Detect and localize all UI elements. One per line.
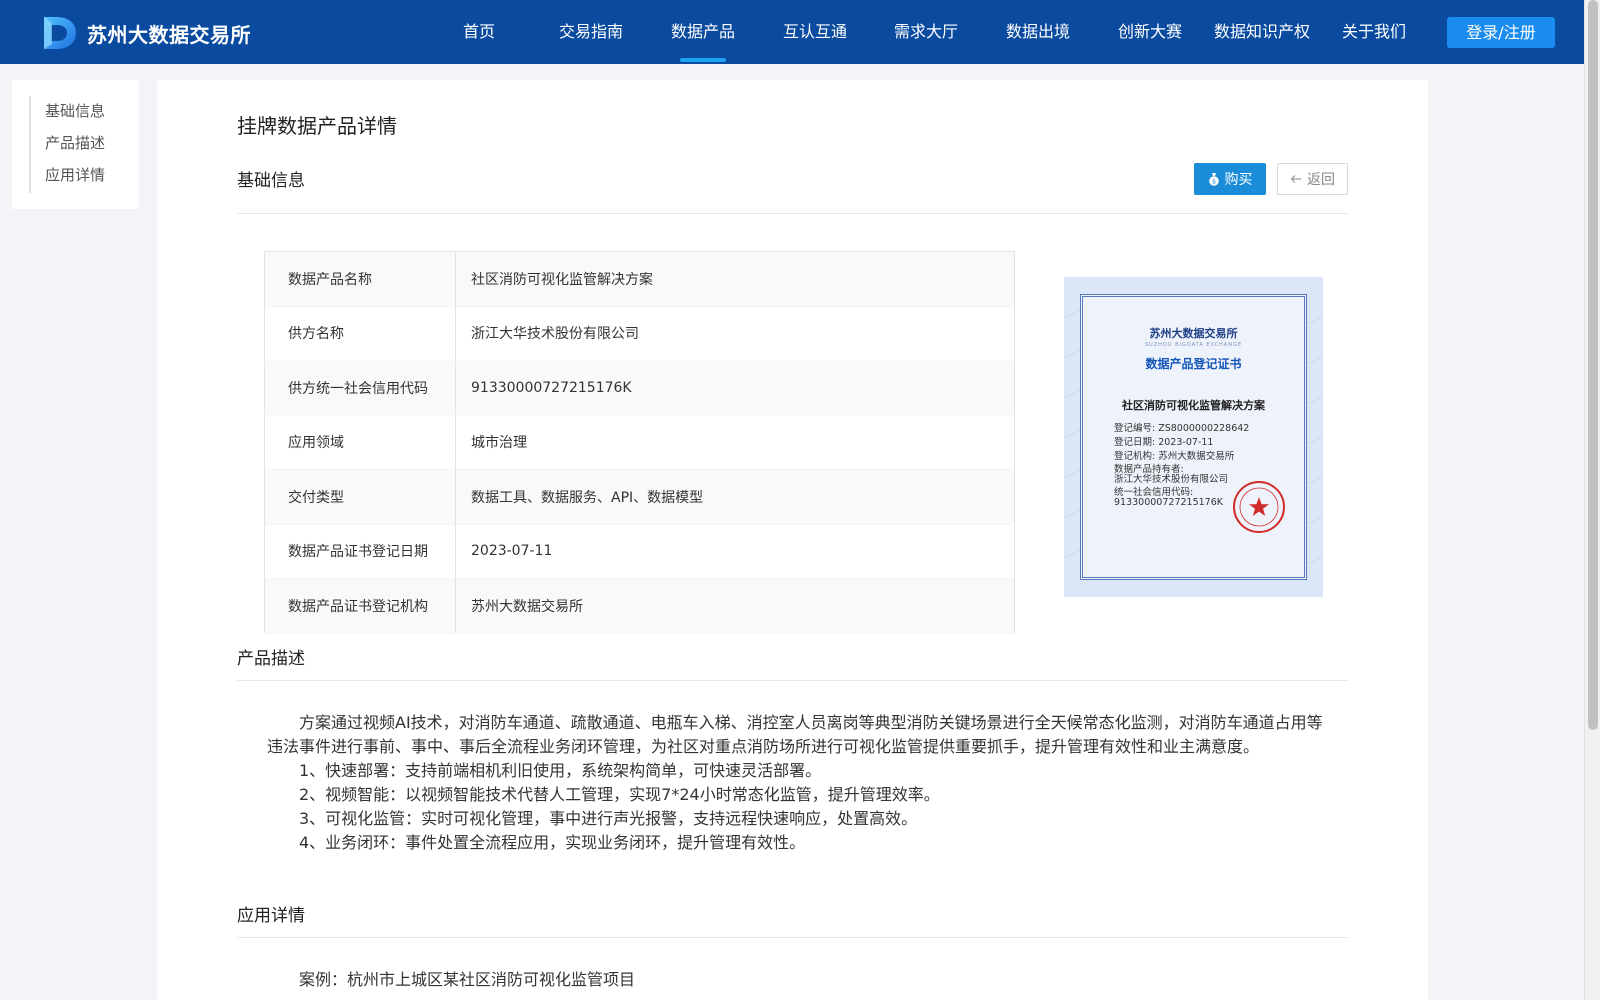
product-description: 方案通过视频AI技术，对消防车通道、疏散通道、电瓶车入梯、消控室人员离岗等典型消… <box>267 711 1327 855</box>
certificate-frame: 苏州大数据交易所 SUZHOU BIGDATA EXCHANGE 数据产品登记证… <box>1080 294 1307 580</box>
scrollbar-thumb[interactable] <box>1588 0 1598 730</box>
certificate-line: 登记编号: ZS8000000228642 <box>1114 423 1250 434</box>
certificate-product-name: 社区消防可视化监管解决方案 <box>1122 399 1265 412</box>
anchor-application-details[interactable]: 应用详情 <box>45 164 105 185</box>
description-paragraph: 方案通过视频AI技术，对消防车通道、疏散通道、电瓶车入梯、消控室人员离岗等典型消… <box>267 713 1323 756</box>
field-value: 浙江大华技术股份有限公司 <box>455 306 1015 361</box>
application-case: 案例：杭州市上城区某社区消防可视化监管项目 <box>299 970 636 989</box>
back-button[interactable]: 返回 <box>1277 163 1348 195</box>
field-label: 供方名称 <box>264 306 456 361</box>
nav-demand-hall[interactable]: 需求大厅 <box>893 0 959 64</box>
section-divider <box>237 680 1348 681</box>
anchor-line <box>29 96 31 193</box>
certificate-title: 数据产品登记证书 <box>1145 357 1242 371</box>
description-item: 2、视频智能：以视频智能技术代替人工管理，实现7*24小时常态化监管，提升管理效… <box>299 785 940 804</box>
nav-data-ip[interactable]: 数据知识产权 <box>1214 0 1310 64</box>
certificate-org-name: 苏州大数据交易所 <box>1149 327 1238 340</box>
svg-text:$: $ <box>1212 179 1216 186</box>
section-divider <box>237 937 1348 938</box>
nav-about-us[interactable]: 关于我们 <box>1341 0 1407 64</box>
site-logo[interactable]: 苏州大数据交易所 <box>40 14 251 52</box>
top-header: 苏州大数据交易所 首页 交易指南 数据产品 互认互通 需求大厅 数据出境 创新大… <box>0 0 1584 64</box>
field-value: 91330000727215176K <box>455 360 1015 416</box>
nav-home[interactable]: 首页 <box>462 0 496 64</box>
arrow-left-icon <box>1290 174 1302 184</box>
anchor-product-description[interactable]: 产品描述 <box>45 132 105 153</box>
table-row: 应用领域 城市治理 <box>264 415 1015 470</box>
table-row: 供方名称 浙江大华技术股份有限公司 <box>264 306 1015 361</box>
certificate-image[interactable]: 苏州大数据交易所 SUZHOU BIGDATA EXCHANGE 数据产品登记证… <box>1064 277 1323 597</box>
back-label: 返回 <box>1307 172 1335 188</box>
field-value: 2023-07-11 <box>455 524 1015 579</box>
site-name: 苏州大数据交易所 <box>87 22 251 47</box>
basic-info-table: 数据产品名称 社区消防可视化监管解决方案 供方名称 浙江大华技术股份有限公司 供… <box>264 251 1015 634</box>
field-label: 数据产品名称 <box>264 251 456 307</box>
buy-label: 购买 <box>1224 172 1253 188</box>
description-item: 3、可视化监管：实时可视化管理，事中进行声光报警，支持远程快速响应，处置高效。 <box>299 809 918 828</box>
field-value: 城市治理 <box>455 415 1015 470</box>
star-seal-icon <box>1233 481 1285 533</box>
page-title: 挂牌数据产品详情 <box>237 114 397 138</box>
field-label: 数据产品证书登记机构 <box>264 578 456 634</box>
section-product-description-title: 产品描述 <box>237 649 305 669</box>
field-value: 数据工具、数据服务、API、数据模型 <box>455 469 1015 525</box>
table-row: 供方统一社会信用代码 91330000727215176K <box>264 360 1015 416</box>
table-row: 数据产品证书登记日期 2023-07-11 <box>264 524 1015 579</box>
page-scrollbar[interactable] <box>1584 0 1600 1000</box>
money-bag-icon: $ <box>1208 172 1220 186</box>
certificate-line: 登记机构: 苏州大数据交易所 <box>1114 451 1235 462</box>
certificate-line: 浙江大华技术股份有限公司 <box>1114 474 1229 485</box>
section-divider <box>237 213 1348 214</box>
description-item: 4、业务闭环：事件处置全流程应用，实现业务闭环，提升管理有效性。 <box>299 833 806 852</box>
certificate-line: 91330000727215176K <box>1114 497 1223 508</box>
certificate-line: 登记日期: 2023-07-11 <box>1114 437 1214 448</box>
table-row: 交付类型 数据工具、数据服务、API、数据模型 <box>264 469 1015 525</box>
field-value: 社区消防可视化监管解决方案 <box>455 251 1015 307</box>
nav-data-export[interactable]: 数据出境 <box>1005 0 1071 64</box>
nav-trading-guide[interactable]: 交易指南 <box>558 0 624 64</box>
field-value: 苏州大数据交易所 <box>455 578 1015 634</box>
section-application-details-title: 应用详情 <box>237 906 305 926</box>
description-item: 1、快速部署：支持前端相机利旧使用，系统架构简单，可快速灵活部署。 <box>299 761 822 780</box>
login-register-button[interactable]: 登录/注册 <box>1447 17 1555 48</box>
nav-mutual-recognition[interactable]: 互认互通 <box>782 0 848 64</box>
buy-button[interactable]: $ 购买 <box>1194 163 1266 195</box>
nav-innovation-contest[interactable]: 创新大赛 <box>1117 0 1183 64</box>
section-basic-info-title: 基础信息 <box>237 171 305 191</box>
anchor-basic-info[interactable]: 基础信息 <box>45 100 105 121</box>
field-label: 应用领域 <box>264 415 456 470</box>
table-row: 数据产品名称 社区消防可视化监管解决方案 <box>264 251 1015 307</box>
field-label: 供方统一社会信用代码 <box>264 360 456 416</box>
anchor-sidebar: 基础信息 产品描述 应用详情 <box>12 80 139 209</box>
field-label: 交付类型 <box>264 469 456 525</box>
table-row: 数据产品证书登记机构 苏州大数据交易所 <box>264 578 1015 634</box>
certificate-org-sub: SUZHOU BIGDATA EXCHANGE <box>1144 342 1243 348</box>
field-label: 数据产品证书登记日期 <box>264 524 456 579</box>
detail-panel: 挂牌数据产品详情 基础信息 $ 购买 返回 数据产品名称 社区消防可视化监管解决… <box>157 80 1428 1000</box>
application-details: 案例：杭州市上城区某社区消防可视化监管项目 <box>267 968 1327 992</box>
d-logo-icon <box>40 14 78 52</box>
nav-data-products[interactable]: 数据产品 <box>670 0 736 64</box>
